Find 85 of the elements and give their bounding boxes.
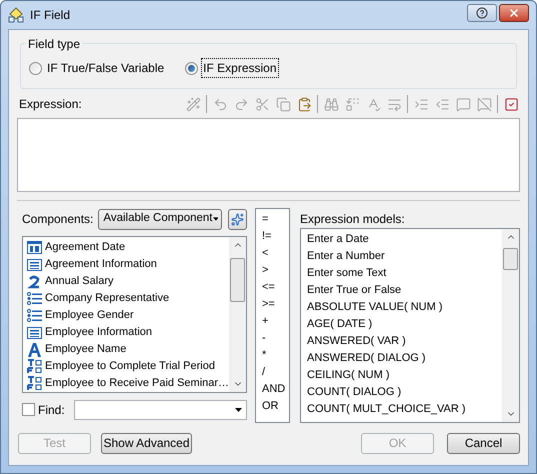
components-dropdown[interactable]: Available Component [98,208,222,230]
text-box-icon [27,326,42,338]
replace-icon [344,96,360,112]
model-item[interactable]: ANSWERED( DIALOG ) [307,350,502,367]
text-box-icon [27,258,42,270]
scroll-thumb[interactable] [503,248,518,270]
scissors-icon [254,96,270,112]
find-label: Find: [38,402,65,418]
component-item[interactable]: Employee Gender [27,307,229,324]
operator-item[interactable]: = [262,211,289,228]
models-label: Expression models: [300,211,406,228]
operator-item[interactable]: > [262,262,289,279]
operator-item[interactable]: != [262,228,289,245]
model-item[interactable]: ANSWERED( VAR ) [307,333,502,350]
operator-item[interactable]: AND [262,381,289,398]
help-button[interactable] [467,4,497,22]
calendar-icon [27,241,42,254]
component-item[interactable]: Agreement Information [27,256,229,273]
comment-icon [456,96,470,112]
operator-item[interactable]: OR [262,398,289,415]
model-item[interactable]: Enter a Number [307,248,502,265]
checked-box-icon [504,96,518,112]
model-item[interactable]: Enter some Text [307,265,502,282]
outdent-icon [434,96,450,112]
model-item[interactable]: ABSOLUTE VALUE( NUM ) [307,299,502,316]
toolbar-button[interactable] [296,95,312,113]
operator-item[interactable]: >= [262,296,289,313]
operator-item[interactable]: * [262,347,289,364]
radio-label: IF Expression [202,59,278,77]
uncomment-icon [476,96,492,112]
find-checkbox[interactable] [22,403,35,416]
component-item[interactable]: Agreement Date [27,239,229,256]
component-item[interactable]: Company Representative [27,290,229,307]
operator-item[interactable]: <= [262,279,289,296]
model-item[interactable]: COUNT( DIALOG ) [307,384,502,401]
operator-item[interactable]: / [262,364,289,381]
dropdown-arrow-icon [212,217,218,221]
paste-icon [296,96,312,112]
help-icon [476,7,488,19]
component-item[interactable]: Employee Information [27,324,229,341]
model-item[interactable]: CEILING( NUM ) [307,367,502,384]
operator-item[interactable]: + [262,313,289,330]
model-item[interactable]: Enter a Date [307,231,502,248]
close-icon [508,7,520,19]
binoculars-icon [324,96,338,112]
model-item[interactable]: Enter True or False [307,282,502,299]
component-item[interactable]: Employee to Complete Trial Period [27,358,229,375]
components-label: Components: [22,211,94,228]
indent-icon [414,96,428,112]
model-item[interactable]: AGE( DATE ) [307,316,502,333]
window-title: IF Field [30,7,70,24]
redo-icon [234,96,248,112]
true-false-icon [27,359,42,374]
operator-item[interactable]: < [262,245,289,262]
expression-label: Expression: [19,96,82,113]
radio-button[interactable] [185,62,198,74]
dialog-button[interactable]: Show Advanced [101,432,192,454]
scrollbar[interactable] [229,237,246,392]
scrollbar[interactable] [502,229,519,422]
wand-icon [186,96,200,112]
operator-item[interactable]: - [262,330,289,347]
radio-button[interactable] [29,62,42,74]
wrap-text-icon [386,96,402,112]
find-field[interactable] [74,400,247,420]
component-item[interactable]: Employee to Receive Paid Seminar… [27,375,229,392]
new-component-button[interactable] [228,208,247,230]
close-button[interactable] [499,4,529,22]
undo-icon [212,96,228,112]
component-item[interactable]: Employee Name [27,341,229,358]
expression-input[interactable] [17,118,520,192]
dropdown-arrow-icon [235,408,242,412]
radio-option[interactable]: IF Expression [185,59,278,77]
number-icon [27,274,42,288]
list-icon [27,309,42,322]
letter-icon [27,342,42,356]
radio-label: IF True/False Variable [46,60,166,77]
dialog-button[interactable]: Cancel [447,432,520,454]
app-icon [8,7,24,23]
list-icon [27,292,42,305]
radio-option[interactable]: IF True/False Variable [29,59,166,77]
scroll-thumb[interactable] [230,258,245,302]
copy-icon [276,96,290,112]
component-item[interactable]: Annual Salary [27,273,229,290]
model-item[interactable]: COUNT( MULT_CHOICE_VAR ) [307,401,502,418]
sparkle-icon [231,212,244,226]
